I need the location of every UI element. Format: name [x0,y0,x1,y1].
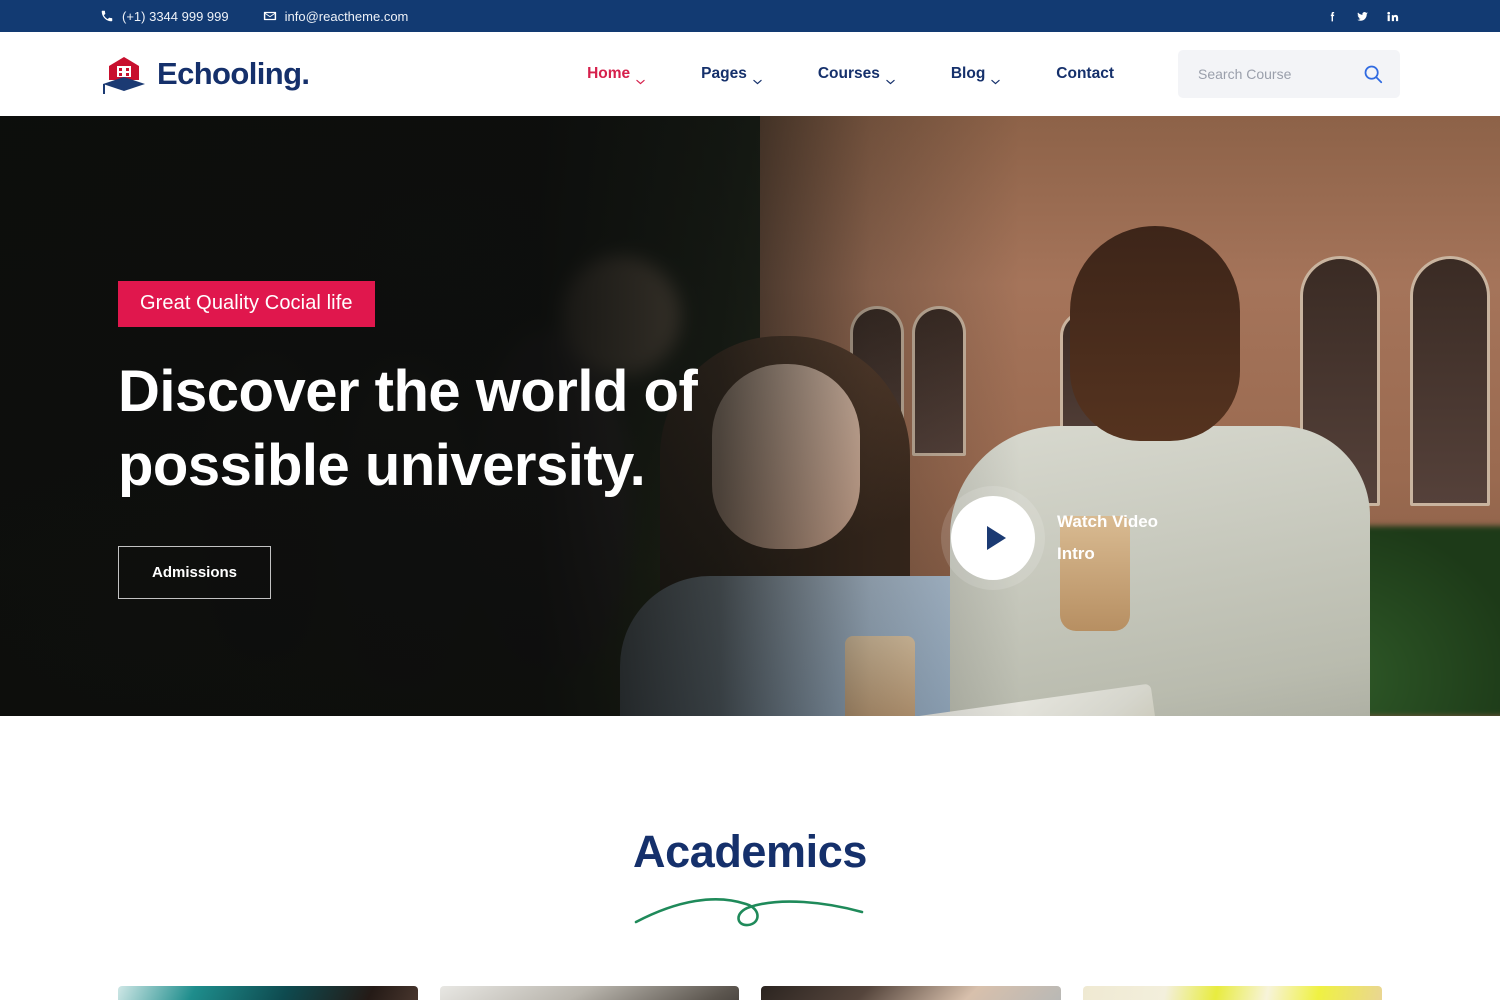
topbar-email[interactable]: info@reactheme.com [263,8,409,24]
school-building-graduation-cap-icon [100,53,148,95]
nav-item-contact[interactable]: Contact [1028,65,1142,83]
hero-content: Great Quality Cocial life Discover the w… [118,281,858,600]
linkedin-icon[interactable] [1384,8,1400,24]
chevron-down-icon [886,72,895,85]
envelope-icon [263,9,277,23]
watch-video-intro[interactable]: Watch Video Intro [951,496,1177,580]
academics-card-3[interactable] [761,986,1061,1000]
logo-text: Echooling. [157,56,310,91]
hero-banner: Great Quality Cocial life Discover the w… [0,116,1500,716]
play-icon[interactable] [951,496,1035,580]
hero-title: Discover the world of possible universit… [118,355,858,502]
watch-video-line-1: Watch Video [1057,511,1159,531]
search-icon[interactable] [1362,63,1384,85]
nav-item-blog-label: Blog [950,65,986,82]
nav-item-home[interactable]: Home [559,65,673,85]
page-title: Academics [632,826,868,877]
search-box[interactable] [1178,50,1400,98]
academics-card-grid [0,986,1500,1000]
academics-section: Academics [0,716,1500,1000]
hero-title-line-1: Discover the world of [118,359,698,424]
top-contact-bar: (+1) 3344 999 999 info@reactheme.com [0,0,1500,32]
nav-item-contact-label: Contact [1056,65,1114,82]
academics-card-2[interactable] [439,986,739,1000]
hero-badge: Great Quality Cocial life [118,281,375,327]
chevron-down-icon [753,72,762,85]
facebook-icon[interactable] [1324,8,1340,24]
twitter-icon[interactable] [1354,8,1370,24]
logo[interactable]: Echooling. [100,53,310,95]
academics-card-4[interactable] [1082,986,1382,1000]
nav-item-courses-label: Courses [817,65,880,82]
main-navigation: Home Pages Courses Blog Contact [559,65,1142,85]
watch-video-label: Watch Video Intro [1057,506,1177,571]
topbar-phone[interactable]: (+1) 3344 999 999 [100,9,229,24]
nav-item-pages[interactable]: Pages [673,65,790,85]
green-swoosh-underline [630,882,870,928]
hero-title-line-2: possible university. [118,432,646,498]
topbar-phone-text: (+1) 3344 999 999 [122,8,229,24]
chevron-down-icon [991,72,1000,85]
nav-item-home-label: Home [587,65,631,82]
nav-item-pages-label: Pages [701,65,747,82]
chevron-down-icon [636,72,645,85]
topbar-email-text: info@reactheme.com [284,8,409,24]
admissions-button[interactable]: Admissions [118,546,272,600]
watch-video-line-2: Intro [1057,544,1095,563]
nav-item-courses[interactable]: Courses [790,65,923,85]
site-header: Echooling. Home Pages Courses Blog Conta… [0,32,1500,116]
academics-card-1[interactable] [118,986,418,1000]
topbar-contact-group: (+1) 3344 999 999 info@reactheme.com [100,9,408,24]
topbar-social-links [1324,8,1400,24]
search-input[interactable] [1198,66,1362,82]
nav-item-blog[interactable]: Blog [923,65,1028,85]
phone-icon [100,9,114,23]
